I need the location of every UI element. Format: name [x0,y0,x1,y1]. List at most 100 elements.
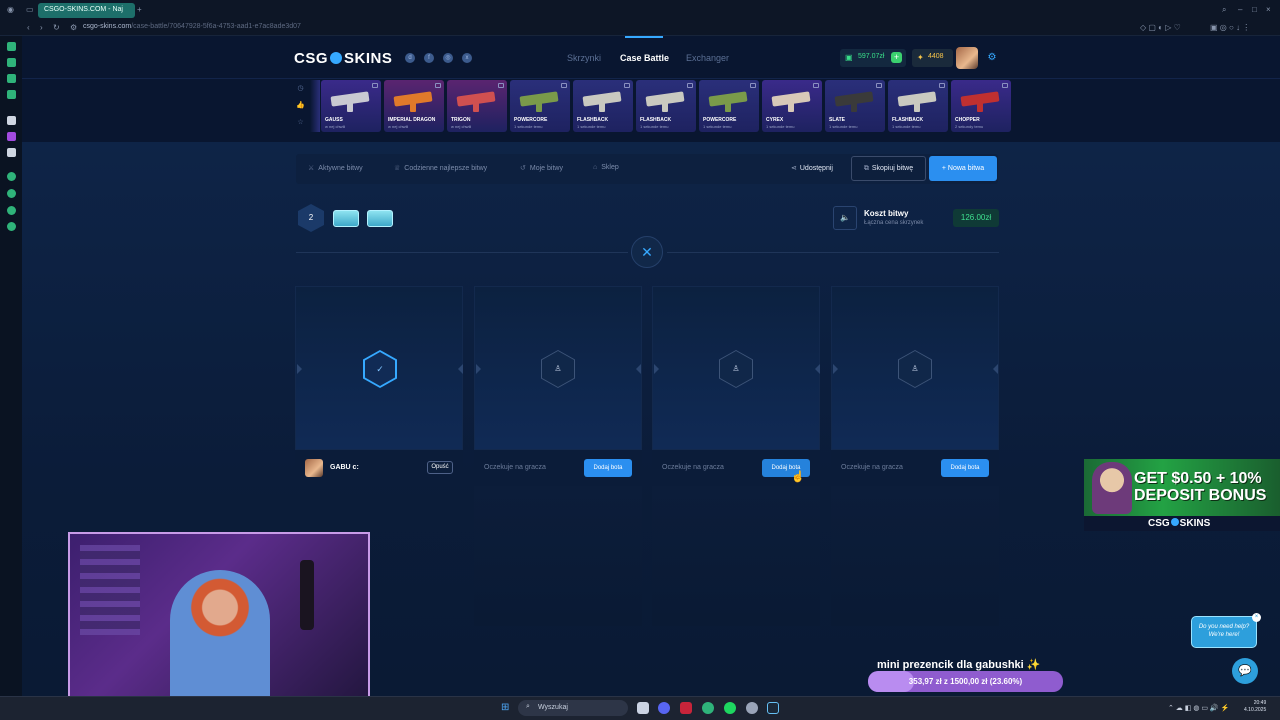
taskbar-clock[interactable]: 20:49 4.10.2025 [1244,700,1266,714]
tab-my-battles-label: Moje bitwy [529,165,563,172]
obs-taskbar-icon[interactable] [746,702,758,714]
drop-card[interactable]: FLASHBACK 1 sekunde temu [636,80,696,132]
arrow-left-icon [636,364,641,374]
drop-card[interactable]: CYREX 1 sekunde temu [762,80,822,132]
nav-skrzynki[interactable]: Skrzynki [567,53,601,63]
x-icon[interactable]: x [462,53,472,63]
steam-taskbar-icon[interactable] [767,702,779,714]
maximize-icon[interactable]: □ [1252,5,1257,14]
forward-icon[interactable]: › [40,23,43,32]
rail-app-icon[interactable] [7,58,16,67]
divider [667,252,999,253]
share-label: Udostępnij [799,165,833,172]
url-text[interactable]: csgo-skins.com/case-battle/70647928-5f6a… [83,23,301,30]
task-view-icon[interactable] [637,702,649,714]
drop-time: 1 sekunde temu [829,124,858,129]
player-avatar[interactable] [305,459,323,477]
arrow-left-icon [993,364,998,374]
close-window-icon[interactable]: × [1266,5,1271,14]
rail-settings-icon[interactable] [7,222,16,231]
share-button[interactable]: ⋖ Udostępnij [791,164,833,172]
app-taskbar-icon[interactable] [702,702,714,714]
copy-battle-button[interactable]: ⧉ Skopiuj bitwę [851,156,926,181]
settings-gear-icon[interactable]: ⚙ [984,50,1000,66]
rail-messenger-icon[interactable] [7,42,16,51]
add-bot-button[interactable]: Dodaj bota [584,459,632,477]
drop-card[interactable]: TRIGON w nej chwili [447,80,507,132]
drop-card[interactable]: IMPERIAL DRAGON w nej chwili [384,80,444,132]
waiting-for-player-text: Oczekuje na gracza [662,464,724,471]
nav-exchanger[interactable]: Exchanger [686,53,729,63]
weapon-grip [536,100,542,112]
browser-taskbar-icon[interactable] [680,702,692,714]
drop-card[interactable]: CHOPPER 2 sekundy temu [951,80,1011,132]
windows-start-icon[interactable]: ⊞ [501,702,513,714]
promo-headline-1: GET $0.50 + 10% [1134,470,1262,487]
drop-card[interactable]: POWERCORE 1 sekunde temu [510,80,570,132]
minimize-icon[interactable]: – [1238,5,1242,14]
spotify-taskbar-icon[interactable] [724,702,736,714]
rail-history-icon[interactable] [7,172,16,181]
taskbar-search[interactable]: Wyszukaj [518,700,628,716]
rail-chat-icon[interactable] [7,74,16,83]
rail-tiktok-icon[interactable] [7,116,16,125]
user-icon: ♙ [899,351,931,387]
toolbar-icons[interactable]: ▣ ◎ ○ ↓ ⋮ [1210,23,1250,32]
close-icon[interactable]: × [1252,613,1261,622]
user-avatar[interactable] [956,47,978,69]
battle-cost-subtitle: Łączna cena skrzynek [864,220,924,226]
drop-card[interactable]: FLASHBACK 1 sekunde temu [573,80,633,132]
facebook-icon[interactable]: f [424,53,434,63]
copy-icon: ⧉ [863,165,869,172]
back-icon[interactable]: ‹ [27,23,30,32]
deposit-plus-button[interactable]: + [891,52,902,63]
discord-taskbar-icon[interactable] [658,702,670,714]
rail-twitch-icon[interactable] [7,132,16,141]
case-icon[interactable] [367,210,393,227]
rail-x-icon[interactable] [7,148,16,157]
promo-brand-left: CSG [1148,518,1170,529]
tab-my-battles[interactable]: ↺ Moje bitwy [520,164,563,172]
add-bot-button[interactable]: Dodaj bota [941,459,989,477]
tab-daily-best[interactable]: ♕ Codzienne najlepsze bitwy [394,164,487,172]
rail-player-icon[interactable] [7,206,16,215]
site-info-icon[interactable]: ⚙ [70,23,77,32]
case-mark-icon [687,83,693,88]
drop-card[interactable]: GAUSS w nej chwili [321,80,381,132]
drop-time: w nej chwili [388,124,409,129]
case-icon[interactable] [333,210,359,227]
drop-name: FLASHBACK [892,117,924,123]
discord-icon[interactable]: d [405,53,415,63]
rail-whatsapp-icon[interactable] [7,90,16,99]
logo-mark [330,52,343,64]
drop-card[interactable]: FLASHBACK 1 sekunde temu [888,80,948,132]
nav-case-battle[interactable]: Case Battle [620,53,669,63]
drop-card[interactable]: SLATE 1 sekunde temu [825,80,885,132]
tab-active-battles[interactable]: ⚔ Aktywne bitwy [308,164,363,172]
search-tabs-icon[interactable]: ⌕ [1222,5,1226,15]
divider [296,252,628,253]
chat-button[interactable]: 💬 [1232,658,1258,684]
extensions-icon[interactable]: ◇ ▢ ◐ ▷ ♡ [1140,23,1181,32]
sound-toggle-button[interactable]: 🔈 [833,206,857,230]
instagram-icon[interactable]: ◎ [443,53,453,63]
promo-headline-2: DEPOSIT BONUS [1134,487,1267,504]
tab-shop[interactable]: ⌂ Sklep [593,164,619,171]
rail-clock-icon[interactable] [7,189,16,198]
drops-top-icon[interactable]: ☆ [296,118,305,127]
leave-battle-button[interactable]: Opuść [427,461,453,474]
browser-tab[interactable]: CSGO-SKINS.COM - Naj [38,3,135,18]
help-bubble[interactable]: Do you need help? We're here! [1191,616,1257,648]
drops-recent-icon[interactable]: ◷ [296,84,305,93]
weapon-grip [977,100,983,112]
reload-icon[interactable]: ↻ [53,23,60,32]
tray-icons[interactable]: ⌃ ☁ ◧ ◍ ▭ 🔊 ⚡ [1168,704,1229,712]
site-logo[interactable]: CSG SKINS [294,50,392,67]
drop-card[interactable]: POWERCORE 1 sekunde temu [699,80,759,132]
new-battle-button[interactable]: + Nowa bitwa [929,156,997,181]
drops-best-icon[interactable]: 👍 [296,101,305,110]
sidebar-toggle-icon[interactable]: ▭ [26,5,34,14]
search-icon: ⌕ [526,703,530,710]
new-tab-icon[interactable]: + [137,5,142,14]
weapon-grip [914,100,920,112]
